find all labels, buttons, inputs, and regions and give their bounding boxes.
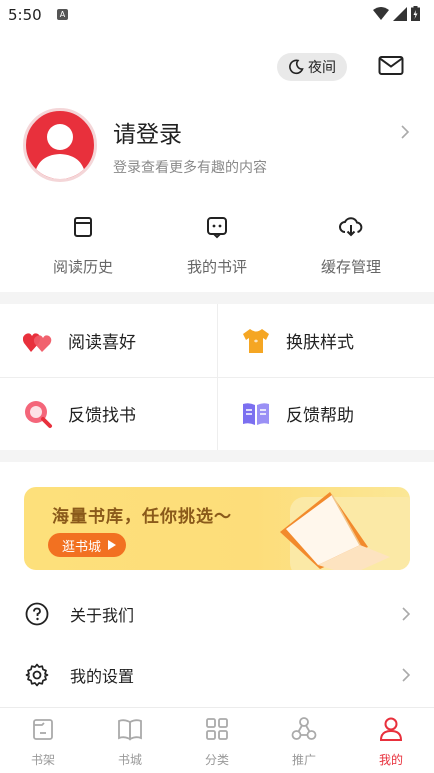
book-history-icon xyxy=(74,217,92,237)
tab-promotion[interactable]: 推广 xyxy=(261,716,347,768)
user-icon xyxy=(379,717,403,741)
my-settings-label: 我的设置 xyxy=(70,667,135,686)
mail-icon xyxy=(378,56,404,75)
tab-category[interactable]: 分类 xyxy=(174,716,260,768)
night-mode-button[interactable]: 夜间 xyxy=(277,53,347,81)
login-title[interactable]: 请登录 xyxy=(113,115,182,149)
cloud-download-icon xyxy=(339,217,363,237)
tab-bookstore[interactable]: 书城 xyxy=(87,716,173,768)
browse-store-button[interactable]: 逛书城 xyxy=(48,533,127,557)
chevron-right-icon xyxy=(402,668,410,682)
play-arrow-icon xyxy=(108,540,117,550)
about-us-item[interactable]: 关于我们 xyxy=(0,584,434,644)
cache-management-button[interactable]: 缓存管理 xyxy=(291,214,411,277)
bottom-tab-bar: 书架 书城 分类 推广 我的 xyxy=(0,707,434,773)
about-us-label: 关于我们 xyxy=(70,606,135,625)
promo-banner[interactable]: 海量书库，任你挑选～ 逛书城 xyxy=(24,487,410,570)
login-subtitle: 登录查看更多有趣的内容 xyxy=(113,160,267,176)
wifi-icon xyxy=(373,6,389,20)
question-circle-icon xyxy=(25,602,49,626)
section-divider xyxy=(0,292,434,304)
tab-bookshelf[interactable]: 书架 xyxy=(0,716,86,768)
skin-style-label: 换肤样式 xyxy=(286,333,354,353)
signal-icon xyxy=(393,6,407,21)
share-icon xyxy=(291,717,317,740)
reading-preference-label: 阅读喜好 xyxy=(68,333,136,353)
chevron-right-icon[interactable] xyxy=(400,125,410,139)
cache-management-label: 缓存管理 xyxy=(320,258,381,276)
feedback-find-book-label: 反馈找书 xyxy=(68,406,136,426)
status-time: 5:50 xyxy=(8,6,42,24)
tshirt-icon xyxy=(243,328,269,353)
tab-mine-label: 我的 xyxy=(378,753,403,767)
section-divider xyxy=(0,450,434,462)
browse-store-label: 逛书城 xyxy=(62,539,102,555)
grid-divider-horizontal xyxy=(0,377,434,378)
avatar[interactable] xyxy=(23,108,97,182)
default-avatar-icon xyxy=(34,124,86,179)
my-reviews-label: 我的书评 xyxy=(186,258,247,276)
gear-icon xyxy=(25,663,49,687)
chevron-right-icon xyxy=(402,607,410,621)
feedback-help-item[interactable]: 反馈帮助 xyxy=(218,377,434,450)
tab-bookstore-label: 书城 xyxy=(117,753,142,767)
moon-icon xyxy=(289,59,304,75)
bookshelf-icon xyxy=(33,719,53,740)
open-book-icon xyxy=(243,402,269,425)
book-open-icon xyxy=(118,719,142,741)
reading-preference-item[interactable]: 阅读喜好 xyxy=(0,304,217,377)
status-icons xyxy=(373,6,420,21)
notification-icon: A xyxy=(57,9,68,20)
comment-icon xyxy=(207,217,227,239)
reading-history-label: 阅读历史 xyxy=(52,258,113,276)
skin-style-item[interactable]: 换肤样式 xyxy=(218,304,434,377)
reading-history-button[interactable]: 阅读历史 xyxy=(23,214,143,277)
tab-mine[interactable]: 我的 xyxy=(348,716,434,768)
search-book-icon xyxy=(25,400,52,428)
feedback-find-book-item[interactable]: 反馈找书 xyxy=(0,377,217,450)
battery-icon xyxy=(411,6,420,21)
open-book-illustration xyxy=(280,492,410,570)
mail-button[interactable] xyxy=(378,55,404,79)
night-mode-label: 夜间 xyxy=(308,60,336,76)
tab-promotion-label: 推广 xyxy=(291,753,316,767)
tab-bookshelf-label: 书架 xyxy=(30,753,55,767)
banner-title: 海量书库，任你挑选～ xyxy=(52,507,232,527)
tab-category-label: 分类 xyxy=(204,753,229,767)
hearts-icon xyxy=(23,332,52,352)
feedback-help-label: 反馈帮助 xyxy=(286,406,354,426)
status-bar: 5:50 A xyxy=(0,0,434,32)
my-reviews-button[interactable]: 我的书评 xyxy=(157,214,277,277)
grid-icon xyxy=(206,718,228,740)
my-settings-item[interactable]: 我的设置 xyxy=(0,645,434,705)
